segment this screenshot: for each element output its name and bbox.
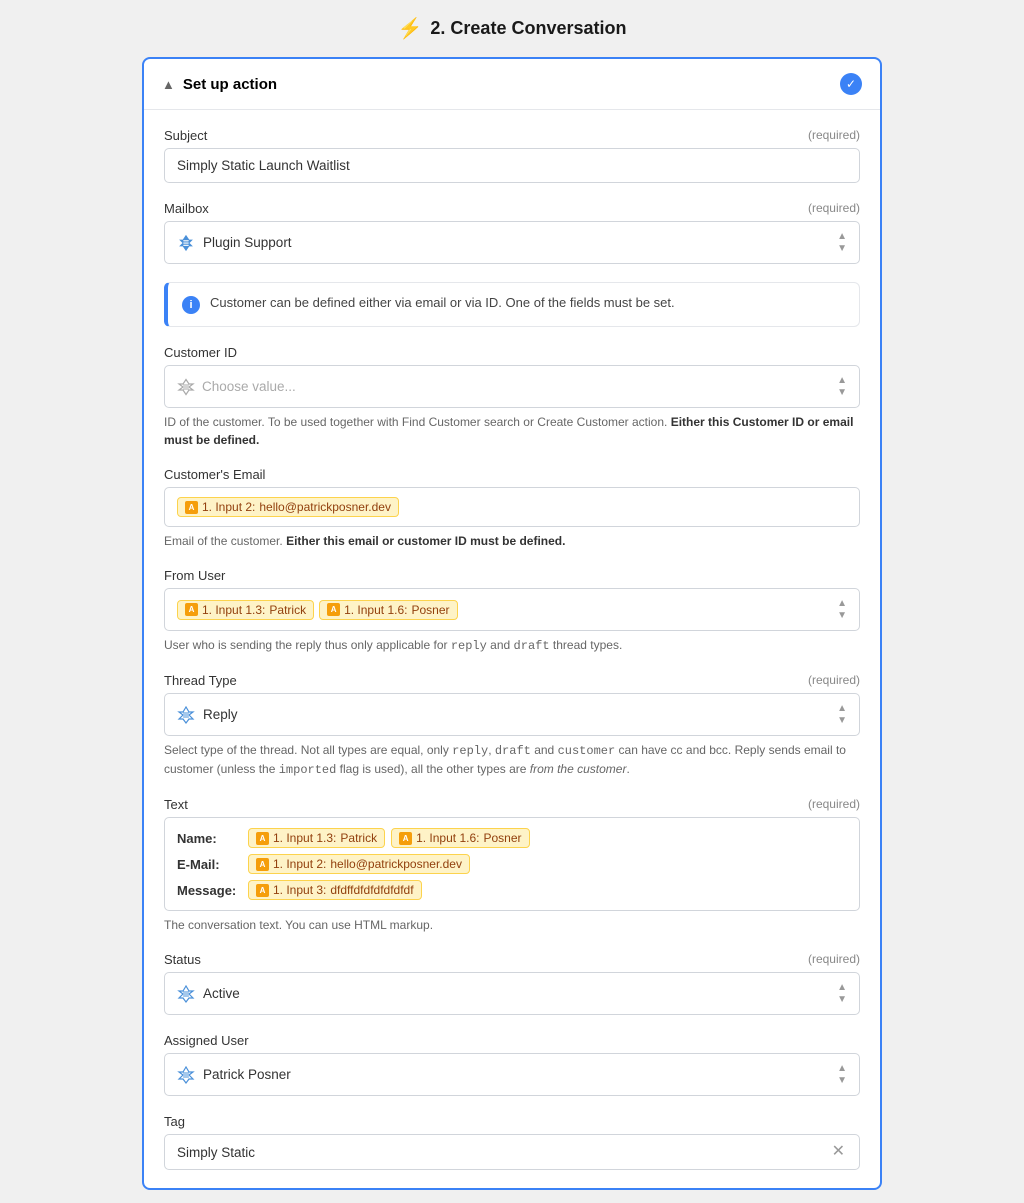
card-header: ▲ Set up action ✓	[144, 59, 880, 110]
status-label: Status (required)	[164, 952, 860, 967]
text-row-email: E-Mail: A 1. Input 2: hello@patrickposne…	[177, 854, 847, 874]
select-arrows-icon: ▲ ▼	[837, 375, 847, 398]
mailbox-select[interactable]: Plugin Support ▲ ▼	[164, 221, 860, 264]
tag-field: Tag Simply Static ✕	[164, 1114, 860, 1170]
assigned-user-field: Assigned User Patrick Posner ▲ ▼	[164, 1033, 860, 1096]
info-icon: i	[182, 296, 200, 314]
token-icon: A	[327, 603, 340, 616]
text-row-message: Message: A 1. Input 3: dfdffdfdfdfdfdfdf	[177, 880, 847, 900]
tag-input[interactable]: Simply Static ✕	[164, 1134, 860, 1170]
subject-field: Subject (required) Simply Static Launch …	[164, 128, 860, 183]
chevron-up-icon[interactable]: ▲	[162, 77, 175, 92]
info-box: i Customer can be defined either via ema…	[164, 282, 860, 327]
thread-type-label: Thread Type (required)	[164, 673, 860, 688]
select-arrows-icon: ▲ ▼	[837, 598, 847, 621]
status-select[interactable]: Active ▲ ▼	[164, 972, 860, 1015]
customer-id-label: Customer ID	[164, 345, 860, 360]
token-icon: A	[185, 501, 198, 514]
main-card: ▲ Set up action ✓ Subject (required) Sim…	[142, 57, 882, 1190]
text-input[interactable]: Name: A 1. Input 1.3: Patrick A 1. Input…	[164, 817, 860, 911]
subject-label: Subject (required)	[164, 128, 860, 143]
thread-type-select[interactable]: Reply ▲ ▼	[164, 693, 860, 736]
customer-id-select[interactable]: Choose value... ▲ ▼	[164, 365, 860, 408]
zapier-logo-icon	[177, 1066, 195, 1084]
from-user-select[interactable]: A 1. Input 1.3: Patrick A 1. Input 1.6: …	[164, 588, 860, 631]
assigned-user-label: Assigned User	[164, 1033, 860, 1048]
customer-email-label: Customer's Email	[164, 467, 860, 482]
tag-label: Tag	[164, 1114, 860, 1129]
lightning-icon: ⚡	[398, 16, 423, 41]
text-field: Text (required) Name: A 1. Input 1.3: Pa…	[164, 797, 860, 934]
name-token2: A 1. Input 1.6: Posner	[391, 828, 529, 848]
from-user-label: From User	[164, 568, 860, 583]
select-arrows-icon: ▲ ▼	[837, 982, 847, 1005]
zapier-logo-icon	[177, 234, 195, 252]
email-token: A 1. Input 2: hello@patrickposner.dev	[177, 497, 399, 517]
customer-email-field: Customer's Email A 1. Input 2: hello@pat…	[164, 467, 860, 550]
card-body: Subject (required) Simply Static Launch …	[144, 110, 880, 1188]
thread-type-hint: Select type of the thread. Not all types…	[164, 741, 860, 779]
text-row-name: Name: A 1. Input 1.3: Patrick A 1. Input…	[177, 828, 847, 848]
page-title: ⚡ 2. Create Conversation	[398, 16, 627, 41]
zapier-mini-icon	[177, 378, 195, 396]
customer-id-hint: ID of the customer. To be used together …	[164, 413, 860, 449]
status-field: Status (required) Active ▲ ▼	[164, 952, 860, 1015]
email-token2: A 1. Input 2: hello@patrickposner.dev	[248, 854, 470, 874]
message-token: A 1. Input 3: dfdffdfdfdfdfdfdf	[248, 880, 422, 900]
thread-type-field: Thread Type (required) Reply ▲ ▼	[164, 673, 860, 779]
mailbox-field: Mailbox (required) Plugin Support ▲	[164, 201, 860, 264]
check-icon: ✓	[840, 73, 862, 95]
customer-email-input[interactable]: A 1. Input 2: hello@patrickposner.dev	[164, 487, 860, 527]
token-icon: A	[185, 603, 198, 616]
setup-action-label: Set up action	[183, 76, 277, 93]
select-arrows-icon: ▲ ▼	[837, 1063, 847, 1086]
customer-id-field: Customer ID Choose value... ▲ ▼	[164, 345, 860, 449]
zapier-logo-icon	[177, 985, 195, 1003]
from-user-token1: A 1. Input 1.3: Patrick	[177, 600, 314, 620]
text-label: Text (required)	[164, 797, 860, 812]
assigned-user-select[interactable]: Patrick Posner ▲ ▼	[164, 1053, 860, 1096]
mailbox-label: Mailbox (required)	[164, 201, 860, 216]
customer-email-hint: Email of the customer. Either this email…	[164, 532, 860, 550]
select-arrows-icon: ▲ ▼	[837, 703, 847, 726]
name-token1: A 1. Input 1.3: Patrick	[248, 828, 385, 848]
header-left: ▲ Set up action	[162, 76, 277, 93]
tag-clear-button[interactable]: ✕	[830, 1144, 847, 1160]
subject-input[interactable]: Simply Static Launch Waitlist	[164, 148, 860, 183]
select-arrows-icon: ▲ ▼	[837, 231, 847, 254]
zapier-logo-icon	[177, 706, 195, 724]
text-hint: The conversation text. You can use HTML …	[164, 916, 860, 934]
from-user-field: From User A 1. Input 1.3: Patrick A 1. I…	[164, 568, 860, 655]
from-user-token2: A 1. Input 1.6: Posner	[319, 600, 457, 620]
from-user-hint: User who is sending the reply thus only …	[164, 636, 860, 655]
